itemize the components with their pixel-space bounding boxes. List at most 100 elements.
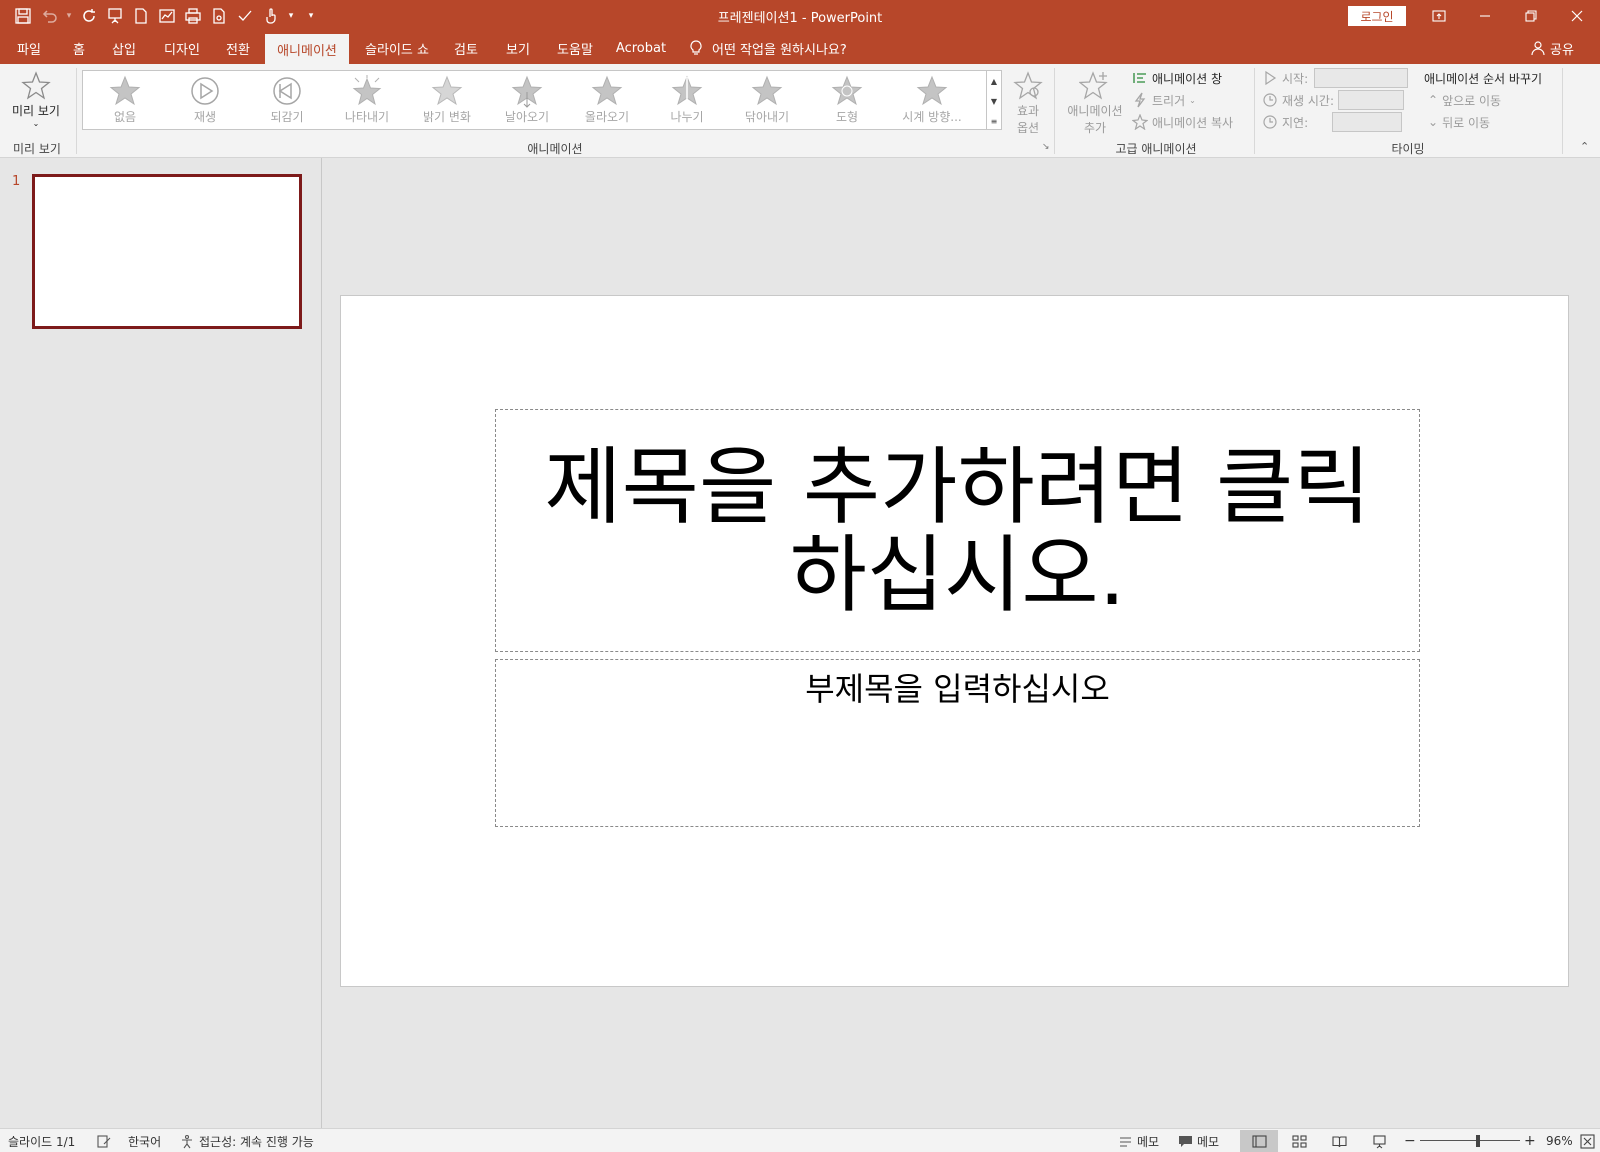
anim-label: 나타내기 xyxy=(344,110,390,124)
add-animation-button[interactable]: 애니메이션 추가 xyxy=(1062,70,1128,136)
star-wheel-icon xyxy=(916,75,948,106)
tab-transitions[interactable]: 전환 xyxy=(216,32,260,64)
animation-pane-label: 애니메이션 창 xyxy=(1152,71,1223,86)
subtitle-placeholder[interactable]: 부제목을 입력하십시오 xyxy=(495,659,1420,827)
close-icon[interactable] xyxy=(1554,0,1600,32)
anim-none[interactable]: 없음 xyxy=(85,74,165,128)
subtitle-text: 부제목을 입력하십시오 xyxy=(805,670,1110,708)
move-earlier-button[interactable]: ⌃ 앞으로 이동 xyxy=(1428,90,1501,110)
preview-button[interactable]: 미리 보기 ⌄ xyxy=(6,70,66,128)
group-divider xyxy=(76,68,77,154)
accessibility-label: 접근성: 계속 진행 가능 xyxy=(199,1134,314,1149)
anim-wheel[interactable]: 시계 방향... xyxy=(887,74,977,128)
gallery-down-icon[interactable]: ▼ xyxy=(987,91,1001,111)
tab-home[interactable]: 홈 xyxy=(58,32,100,64)
move-later-button[interactable]: ⌄ 뒤로 이동 xyxy=(1428,112,1490,132)
anim-fly-in[interactable]: 날아오기 xyxy=(487,74,567,128)
tab-help[interactable]: 도움말 xyxy=(548,32,602,64)
ribbon-display-options-icon[interactable] xyxy=(1416,0,1462,32)
animation-pane-button[interactable]: 애니메이션 창 xyxy=(1132,68,1222,88)
star-gear-icon xyxy=(1013,71,1043,100)
person-icon xyxy=(1531,41,1545,56)
collapse-ribbon-icon[interactable]: ⌃ xyxy=(1580,140,1589,153)
dialog-launcher-icon[interactable]: ↘ xyxy=(1042,142,1050,152)
slide-thumbnail-pane: 1 xyxy=(0,158,322,1128)
group-divider xyxy=(1562,68,1563,154)
notes-button[interactable]: 메모 xyxy=(1118,1129,1159,1152)
tell-me-search[interactable]: 어떤 작업을 원하시나요? xyxy=(688,32,847,64)
tab-animations[interactable]: 애니메이션 xyxy=(265,34,349,64)
lightning-icon xyxy=(1134,92,1146,108)
restore-icon[interactable] xyxy=(1508,0,1554,32)
fit-to-window-icon[interactable] xyxy=(1580,1129,1595,1152)
anim-split[interactable]: 나누기 xyxy=(647,74,727,128)
slide-canvas[interactable]: 제목을 추가하려면 클릭하십시오. 부제목을 입력하십시오 xyxy=(340,295,1569,987)
anim-play[interactable]: 재생 xyxy=(165,74,245,128)
tab-view[interactable]: 보기 xyxy=(496,32,540,64)
reading-view-icon[interactable] xyxy=(1320,1130,1358,1152)
preview-label: 미리 보기 xyxy=(12,104,60,118)
anim-label: 나누기 xyxy=(670,110,704,124)
tab-file[interactable]: 파일 xyxy=(4,32,54,64)
trigger-label: 트리거 xyxy=(1152,93,1186,108)
anim-float-in[interactable]: 올라오기 xyxy=(567,74,647,128)
trigger-button[interactable]: 트리거 ⌄ xyxy=(1132,90,1196,110)
zoom-out-button[interactable]: − xyxy=(1404,1129,1416,1152)
tab-slideshow[interactable]: 슬라이드 쇼 xyxy=(356,32,438,64)
delay-label: 지연: xyxy=(1282,115,1309,130)
delay-spinner[interactable] xyxy=(1332,112,1403,132)
add-animation-label-2: 추가 xyxy=(1083,121,1107,135)
anim-label: 시계 방향... xyxy=(902,110,962,124)
gallery-more-icon[interactable]: ≡ xyxy=(987,111,1001,131)
effect-options-button[interactable]: 효과 옵션 xyxy=(1004,70,1052,136)
anim-fade[interactable]: 밝기 변화 xyxy=(407,74,487,128)
duration-spinner[interactable] xyxy=(1338,90,1405,110)
tab-acrobat[interactable]: Acrobat xyxy=(612,32,670,64)
animation-group-label: 애니메이션 xyxy=(527,142,583,156)
anim-label: 밝기 변화 xyxy=(423,110,471,124)
play-icon xyxy=(191,77,219,105)
anim-shape[interactable]: 도형 xyxy=(807,74,887,128)
start-row: 시작: xyxy=(1262,68,1409,88)
tab-insert[interactable]: 삽입 xyxy=(102,32,146,64)
tab-design[interactable]: 디자인 xyxy=(152,32,212,64)
zoom-level[interactable]: 96% xyxy=(1546,1129,1573,1152)
share-button[interactable]: 공유 xyxy=(1530,32,1574,64)
delay-clock-icon xyxy=(1263,115,1277,129)
zoom-slider-thumb[interactable] xyxy=(1476,1135,1480,1147)
star-wipe-icon xyxy=(751,75,783,106)
group-divider xyxy=(1254,68,1255,154)
star-plus-icon xyxy=(1079,71,1108,100)
slide-thumbnail[interactable] xyxy=(32,174,302,329)
star-burst-icon xyxy=(352,75,382,106)
comments-button[interactable]: 메모 xyxy=(1178,1129,1219,1152)
clock-icon xyxy=(1263,93,1277,107)
slide-sorter-icon[interactable] xyxy=(1280,1130,1318,1152)
start-select[interactable] xyxy=(1314,68,1409,88)
login-button[interactable]: 로그인 xyxy=(1348,6,1406,26)
tab-review[interactable]: 검토 xyxy=(444,32,488,64)
animation-painter-button[interactable]: 애니메이션 복사 xyxy=(1132,112,1233,132)
anim-wipe[interactable]: 닦아내기 xyxy=(727,74,807,128)
play-small-icon xyxy=(1265,70,1277,86)
accessibility-checker[interactable]: 접근성: 계속 진행 가능 xyxy=(180,1129,314,1152)
anim-rewind[interactable]: 되감기 xyxy=(247,74,327,128)
spelling-check-icon[interactable] xyxy=(96,1129,111,1152)
title-bar: ▾ ▾ ▾ 프레젠테이션1 - PowerPoint 로그인 xyxy=(0,0,1600,32)
move-earlier-label: 앞으로 이동 xyxy=(1442,93,1502,108)
slideshow-view-icon[interactable] xyxy=(1360,1130,1398,1152)
gallery-up-icon[interactable]: ▲ xyxy=(987,71,1001,91)
language-indicator[interactable]: 한국어 xyxy=(128,1129,161,1152)
star-split-icon xyxy=(671,75,703,106)
animation-gallery: 없음 재생 되감기 나타내기 밝기 변화 날아오기 올라오기 나누기 닦아내기 … xyxy=(82,70,992,130)
zoom-slider[interactable] xyxy=(1420,1140,1520,1141)
normal-view-icon[interactable] xyxy=(1240,1130,1278,1152)
anim-label: 되감기 xyxy=(270,110,304,124)
zoom-in-button[interactable]: + xyxy=(1524,1129,1536,1152)
star-painter-icon xyxy=(1132,114,1148,130)
minimize-icon[interactable] xyxy=(1462,0,1508,32)
anim-label: 닦아내기 xyxy=(744,110,790,124)
anim-appear[interactable]: 나타내기 xyxy=(327,74,407,128)
title-placeholder[interactable]: 제목을 추가하려면 클릭하십시오. xyxy=(495,409,1420,652)
ribbon: 미리 보기 ⌄ 미리 보기 없음 재생 되감기 나타내기 밝기 변화 날아오기 xyxy=(0,64,1600,158)
